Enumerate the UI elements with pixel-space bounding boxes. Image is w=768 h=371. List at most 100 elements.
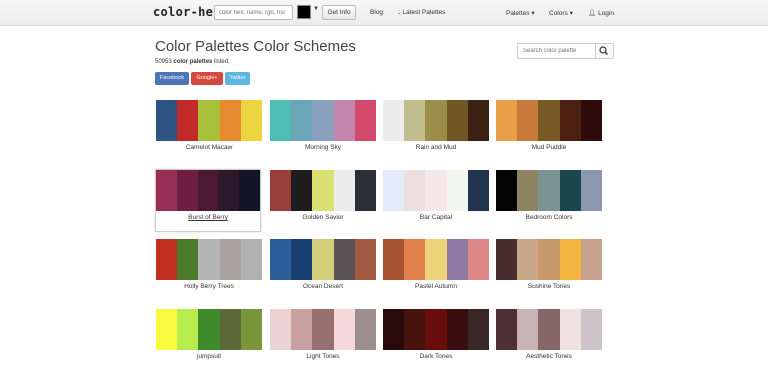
color-swatch[interactable] bbox=[270, 100, 292, 141]
palette-card[interactable]: Pastel Autumn bbox=[383, 239, 490, 290]
color-swatch[interactable] bbox=[291, 239, 313, 280]
color-swatch[interactable] bbox=[291, 100, 313, 141]
palette-card[interactable]: Aesthetic Tones bbox=[496, 309, 603, 360]
palette-swatches[interactable] bbox=[156, 309, 263, 350]
color-swatch[interactable] bbox=[383, 239, 405, 280]
palette-name[interactable]: Morning Sky bbox=[270, 144, 376, 151]
color-swatch[interactable] bbox=[198, 100, 220, 141]
color-swatch[interactable] bbox=[559, 239, 581, 280]
color-swatch[interactable] bbox=[312, 100, 334, 141]
google-share-button[interactable]: Google+ bbox=[191, 72, 223, 85]
color-swatch[interactable] bbox=[559, 170, 581, 211]
color-swatch[interactable] bbox=[354, 100, 377, 141]
color-swatch[interactable] bbox=[446, 100, 468, 141]
nav-blog-link[interactable]: Blog bbox=[370, 9, 383, 16]
palette-card[interactable]: Camelot Macaw bbox=[156, 100, 263, 151]
color-swatch[interactable] bbox=[517, 170, 539, 211]
color-swatch[interactable] bbox=[404, 309, 426, 350]
color-swatch[interactable] bbox=[467, 170, 490, 211]
color-swatch[interactable] bbox=[517, 309, 539, 350]
twitter-share-button[interactable]: Twitter bbox=[225, 72, 250, 85]
color-swatch[interactable] bbox=[517, 239, 539, 280]
palette-card[interactable]: Golden Savior bbox=[270, 170, 377, 221]
color-swatch[interactable] bbox=[538, 100, 560, 141]
palette-card[interactable]: Burst of Berry bbox=[155, 169, 261, 232]
color-swatch[interactable] bbox=[404, 239, 426, 280]
nav-latest-palettes-link[interactable]: 💧︎ Latest Palettes bbox=[398, 9, 445, 17]
color-search-input[interactable] bbox=[214, 5, 293, 20]
palette-swatches[interactable] bbox=[383, 100, 490, 141]
color-swatch[interactable] bbox=[333, 100, 355, 141]
color-swatch[interactable] bbox=[270, 309, 292, 350]
color-swatch[interactable] bbox=[239, 170, 260, 211]
color-swatch[interactable] bbox=[354, 239, 377, 280]
palette-search-input[interactable] bbox=[517, 43, 596, 59]
color-swatch[interactable] bbox=[219, 309, 241, 350]
color-swatch[interactable] bbox=[333, 239, 355, 280]
palette-name[interactable]: jumpsuit bbox=[156, 353, 262, 360]
color-swatch[interactable] bbox=[291, 309, 313, 350]
color-swatch[interactable] bbox=[354, 309, 377, 350]
palette-name[interactable]: Camelot Macaw bbox=[156, 144, 262, 151]
brand-logo[interactable]: color-hex bbox=[153, 5, 221, 19]
color-swatch[interactable] bbox=[580, 239, 603, 280]
palette-card[interactable]: Rain and Mud bbox=[383, 100, 490, 151]
color-swatch[interactable] bbox=[383, 170, 405, 211]
color-swatch[interactable] bbox=[467, 309, 490, 350]
color-swatch[interactable] bbox=[559, 309, 581, 350]
palette-card[interactable]: jumpsuit bbox=[156, 309, 263, 360]
nav-colors-dropdown[interactable]: Colors ▾ bbox=[549, 9, 573, 17]
color-swatch[interactable] bbox=[496, 239, 518, 280]
palette-name[interactable]: Light Tones bbox=[270, 353, 376, 360]
color-swatch[interactable] bbox=[404, 100, 426, 141]
color-swatch[interactable] bbox=[219, 100, 241, 141]
palette-name[interactable]: Golden Savior bbox=[270, 214, 376, 221]
color-swatch[interactable] bbox=[446, 309, 468, 350]
color-swatch[interactable] bbox=[467, 100, 490, 141]
color-swatch[interactable] bbox=[333, 170, 355, 211]
palette-card[interactable]: Bar Capital bbox=[383, 170, 490, 221]
palette-card[interactable]: Ocean Desert bbox=[270, 239, 377, 290]
palette-swatches[interactable] bbox=[496, 100, 603, 141]
color-swatch[interactable] bbox=[177, 239, 199, 280]
palette-swatches[interactable] bbox=[496, 309, 603, 350]
color-swatch[interactable] bbox=[240, 239, 263, 280]
palette-swatches[interactable] bbox=[496, 239, 603, 280]
palette-card[interactable]: Holly Berry Trees bbox=[156, 239, 263, 290]
color-swatch[interactable] bbox=[425, 170, 447, 211]
color-swatch[interactable] bbox=[580, 100, 603, 141]
get-info-button[interactable]: Get Info bbox=[322, 5, 356, 20]
color-swatch[interactable] bbox=[517, 100, 539, 141]
color-swatch[interactable] bbox=[496, 170, 518, 211]
color-swatch[interactable] bbox=[559, 100, 581, 141]
palette-name[interactable]: Mud Puddle bbox=[496, 144, 602, 151]
palette-name[interactable]: Sushine Tones bbox=[496, 283, 602, 290]
palette-card[interactable]: Mud Puddle bbox=[496, 100, 603, 151]
color-swatch[interactable] bbox=[177, 309, 199, 350]
color-swatch[interactable] bbox=[425, 309, 447, 350]
color-swatch[interactable] bbox=[156, 239, 178, 280]
color-swatch[interactable] bbox=[291, 170, 313, 211]
color-swatch[interactable] bbox=[425, 239, 447, 280]
color-swatch[interactable] bbox=[156, 100, 178, 141]
palette-name[interactable]: Bedroom Colors bbox=[496, 214, 602, 221]
palette-swatches[interactable] bbox=[383, 170, 490, 211]
palette-swatches[interactable] bbox=[156, 170, 260, 211]
color-swatch[interactable] bbox=[425, 100, 447, 141]
color-swatch[interactable] bbox=[496, 100, 518, 141]
palette-name[interactable]: Dark Tones bbox=[383, 353, 489, 360]
palette-swatches[interactable] bbox=[270, 170, 377, 211]
color-swatch[interactable] bbox=[312, 170, 334, 211]
palette-card[interactable]: Sushine Tones bbox=[496, 239, 603, 290]
palette-swatches[interactable] bbox=[270, 309, 377, 350]
color-swatch[interactable] bbox=[538, 309, 560, 350]
palette-card[interactable]: Dark Tones bbox=[383, 309, 490, 360]
color-swatch[interactable] bbox=[496, 309, 518, 350]
palette-card[interactable]: Light Tones bbox=[270, 309, 377, 360]
color-swatch[interactable] bbox=[404, 170, 426, 211]
color-swatch[interactable] bbox=[198, 309, 220, 350]
color-picker-swatch[interactable] bbox=[297, 5, 311, 19]
color-swatch[interactable] bbox=[333, 309, 355, 350]
palette-card[interactable]: Bedroom Colors bbox=[496, 170, 603, 221]
color-swatch[interactable] bbox=[538, 239, 560, 280]
